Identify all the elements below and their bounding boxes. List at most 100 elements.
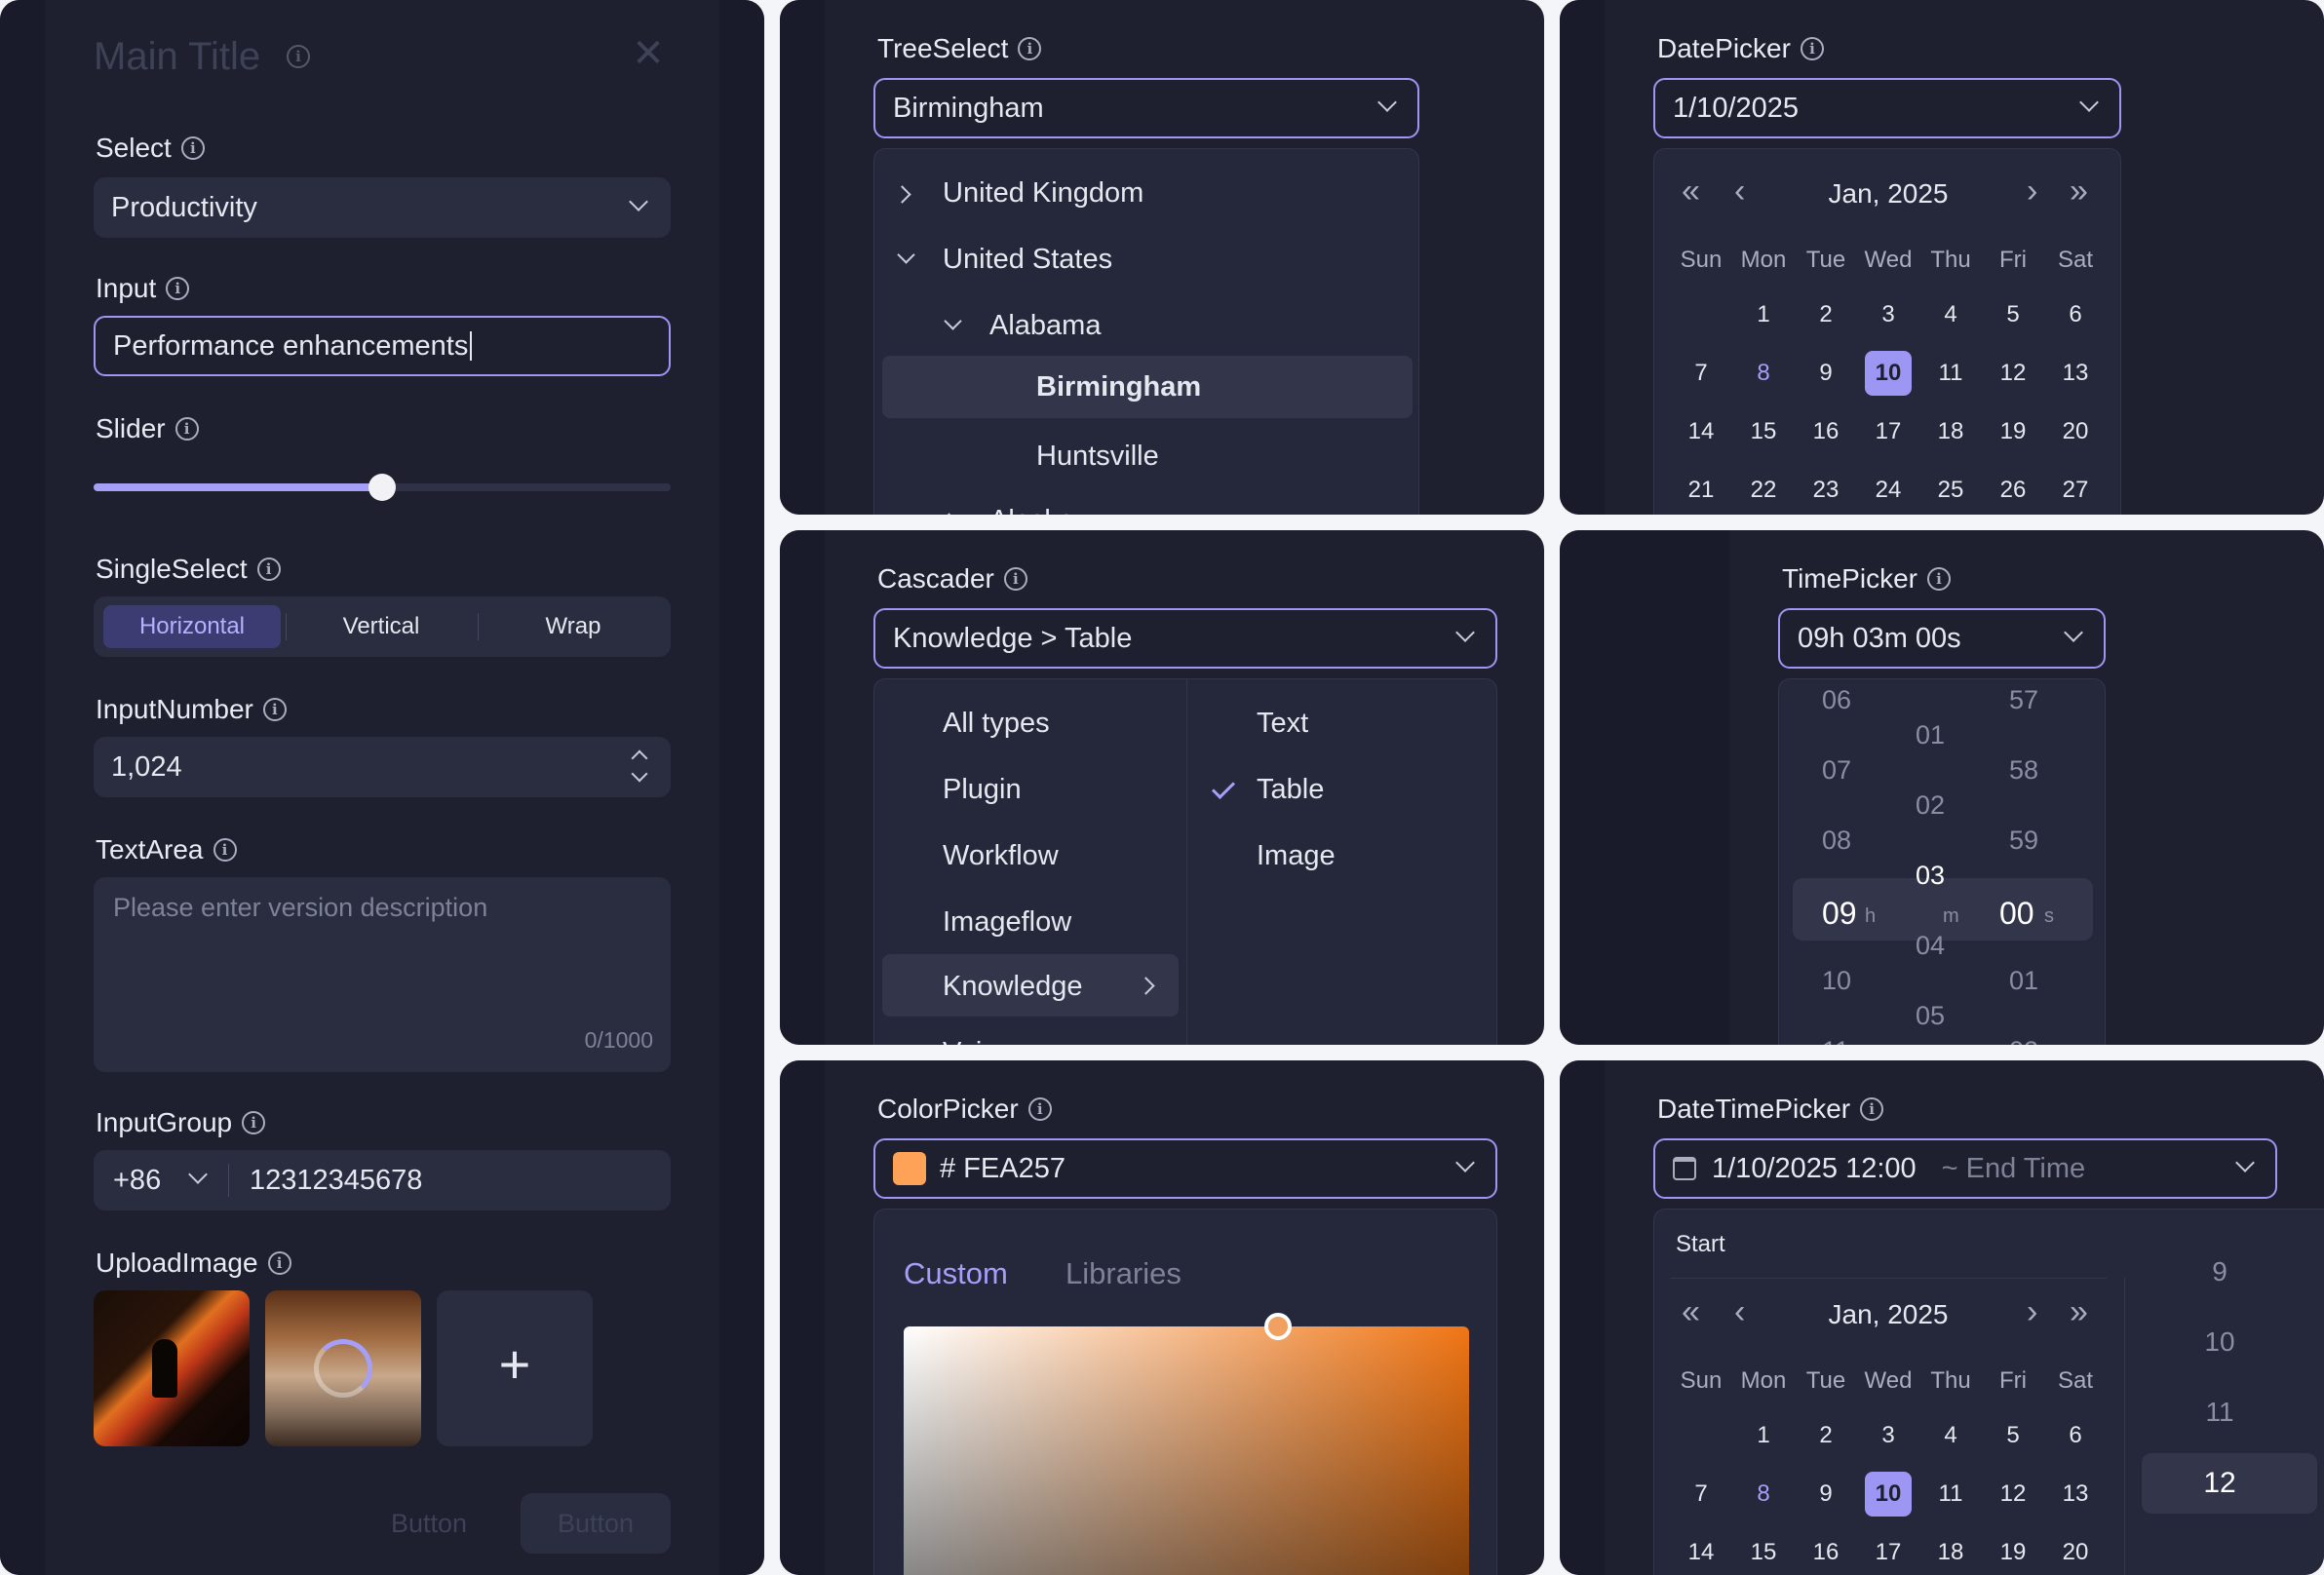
time-input[interactable]: 09h 03m 00s	[1778, 608, 2106, 669]
tree-item[interactable]: United States	[874, 229, 1418, 289]
hour-option[interactable]: 10	[2142, 1326, 2298, 1358]
calendar-day[interactable]: 23	[1795, 461, 1857, 515]
cascader-field[interactable]: Knowledge > Table	[873, 608, 1497, 669]
calendar-day[interactable]: 20	[2044, 403, 2107, 461]
calendar-day[interactable]: 19	[1982, 1523, 2044, 1575]
calendar-day[interactable]: 26	[1982, 461, 2044, 515]
option-wrap[interactable]: Wrap	[482, 605, 665, 648]
treeselect-card: TreeSelect i Birmingham United Kingdom Un…	[780, 0, 1544, 515]
calendar-day[interactable]: 10	[1857, 1465, 1919, 1523]
calendar-day[interactable]: 21	[1670, 461, 1732, 515]
calendar-day[interactable]: 9	[1795, 344, 1857, 403]
phone-input[interactable]: 12312345678	[250, 1150, 422, 1210]
second-column[interactable]: 57 58 59 00 s 01 02	[1999, 679, 2087, 1045]
cascader-option[interactable]: Image	[1257, 826, 1336, 886]
next-month-icon[interactable]: ›	[2027, 1293, 2037, 1331]
calendar-day[interactable]: 9	[1795, 1465, 1857, 1523]
calendar-day[interactable]: 17	[1857, 403, 1919, 461]
calendar-day[interactable]: 14	[1670, 403, 1732, 461]
calendar-day[interactable]: 15	[1732, 403, 1795, 461]
calendar-day[interactable]: 11	[1919, 344, 1982, 403]
cascader-option[interactable]: Voice	[943, 1022, 1012, 1046]
calendar-day[interactable]: 6	[2044, 1406, 2107, 1465]
calendar-day[interactable]: 12	[1982, 1465, 2044, 1523]
cascader-option[interactable]: Text	[1257, 693, 1308, 753]
calendar-day[interactable]: 11	[1919, 1465, 1982, 1523]
calendar-day[interactable]: 13	[2044, 344, 2107, 403]
hour-column[interactable]: 06 07 08 09 h 10 11	[1808, 679, 1886, 1045]
next-year-icon[interactable]: »	[2070, 173, 2088, 211]
calendar-day[interactable]: 18	[1919, 1523, 1982, 1575]
tree-item-selected[interactable]: Birmingham	[882, 356, 1413, 418]
hour-option[interactable]: 9	[2142, 1256, 2298, 1287]
calendar-day[interactable]: 18	[1919, 403, 1982, 461]
calendar-day[interactable]: 5	[1982, 1406, 2044, 1465]
close-icon[interactable]: ✕	[632, 34, 665, 73]
text-input[interactable]: Performance enhancements	[94, 316, 671, 376]
calendar-day[interactable]: 15	[1732, 1523, 1795, 1575]
calendar-day[interactable]: 4	[1919, 1406, 1982, 1465]
calendar-day[interactable]: 1	[1732, 286, 1795, 344]
calendar-day[interactable]: 6	[2044, 286, 2107, 344]
calendar-day[interactable]: 8	[1732, 344, 1795, 403]
add-image-button[interactable]: +	[437, 1290, 593, 1446]
option-horizontal[interactable]: Horizontal	[103, 605, 281, 648]
calendar-day[interactable]: 3	[1857, 1406, 1919, 1465]
calendar-day[interactable]: 14	[1670, 1523, 1732, 1575]
calendar-day[interactable]: 5	[1982, 286, 2044, 344]
saturation-area[interactable]	[904, 1326, 1469, 1575]
input-number[interactable]: 1,024	[94, 737, 671, 797]
select-field[interactable]: Productivity	[94, 177, 671, 238]
cascader-option-checked[interactable]: Table	[1257, 759, 1324, 820]
calendar-day[interactable]: 20	[2044, 1523, 2107, 1575]
tree-item[interactable]: Alaska	[874, 490, 1418, 515]
country-code-select[interactable]: +86	[113, 1150, 161, 1210]
color-cursor[interactable]	[1264, 1313, 1292, 1340]
calendar-day[interactable]: 22	[1732, 461, 1795, 515]
calendar-day[interactable]: 1	[1732, 1406, 1795, 1465]
uploaded-image-thumbnail[interactable]	[94, 1290, 250, 1446]
calendar-day[interactable]: 2	[1795, 1406, 1857, 1465]
calendar-day[interactable]: 25	[1919, 461, 1982, 515]
minute-column[interactable]: 00 01 02 03 m 04 05	[1904, 679, 1982, 1045]
next-year-icon[interactable]: »	[2070, 1293, 2088, 1331]
calendar-day[interactable]: 16	[1795, 403, 1857, 461]
color-input[interactable]: # FEA257	[873, 1138, 1497, 1199]
cascader-option[interactable]: Imageflow	[943, 892, 1071, 952]
tree-item[interactable]: Huntsville	[874, 426, 1418, 486]
datepicker-label: DatePicker i	[1657, 33, 1824, 64]
calendar-day[interactable]: 7	[1670, 1465, 1732, 1523]
cascader-option[interactable]: All types	[943, 693, 1050, 753]
cascader-dropdown: All types Plugin Workflow Imageflow Know…	[873, 678, 1497, 1045]
end-time-placeholder[interactable]: ~ End Time	[1942, 1153, 2086, 1185]
calendar-day[interactable]: 13	[2044, 1465, 2107, 1523]
calendar-day[interactable]: 8	[1732, 1465, 1795, 1523]
cascader-option[interactable]: Plugin	[943, 759, 1022, 820]
tab-custom[interactable]: Custom	[904, 1256, 1008, 1291]
primary-button[interactable]: Button	[521, 1493, 671, 1554]
calendar-day[interactable]: 16	[1795, 1523, 1857, 1575]
calendar-day[interactable]: 12	[1982, 344, 2044, 403]
option-vertical[interactable]: Vertical	[290, 605, 473, 648]
secondary-button[interactable]: Button	[368, 1493, 489, 1554]
cascader-option[interactable]: Workflow	[943, 826, 1059, 886]
calendar-day[interactable]: 4	[1919, 286, 1982, 344]
calendar-day[interactable]: 2	[1795, 286, 1857, 344]
datetime-range-input[interactable]: 1/10/2025 12:00 ~ End Time	[1653, 1138, 2277, 1199]
slider-handle[interactable]	[368, 474, 396, 501]
calendar-day[interactable]: 19	[1982, 403, 2044, 461]
calendar-day[interactable]: 10	[1857, 344, 1919, 403]
tree-item[interactable]: Alabama	[874, 295, 1418, 356]
calendar-day[interactable]: 7	[1670, 344, 1732, 403]
tree-item[interactable]: United Kingdom	[874, 163, 1418, 223]
calendar-day[interactable]: 24	[1857, 461, 1919, 515]
treeselect-field[interactable]: Birmingham	[873, 78, 1419, 138]
calendar-day[interactable]: 17	[1857, 1523, 1919, 1575]
next-month-icon[interactable]: ›	[2027, 173, 2037, 211]
calendar-day[interactable]: 3	[1857, 286, 1919, 344]
uploading-image-thumbnail[interactable]	[265, 1290, 421, 1446]
calendar-day[interactable]: 27	[2044, 461, 2107, 515]
hour-option[interactable]: 11	[2142, 1397, 2298, 1428]
tab-libraries[interactable]: Libraries	[1065, 1256, 1181, 1291]
date-input[interactable]: 1/10/2025	[1653, 78, 2121, 138]
